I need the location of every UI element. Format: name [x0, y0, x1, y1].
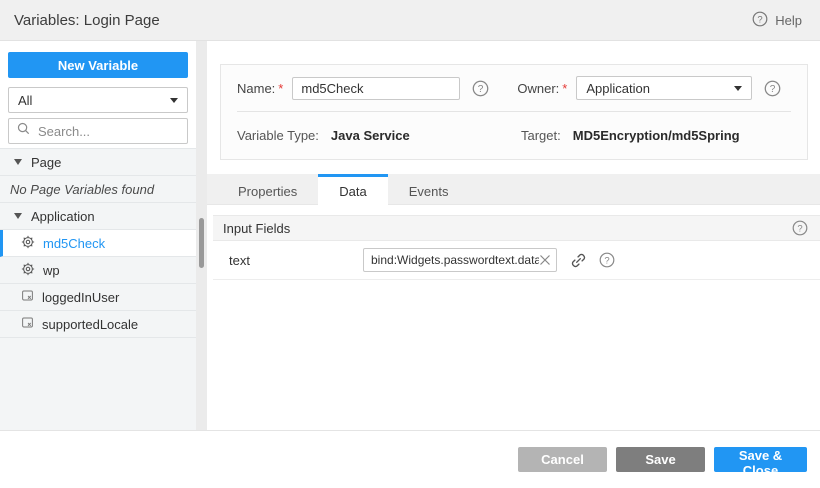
chevron-down-icon: [734, 86, 742, 91]
variables-tree: Page No Page Variables found Application…: [0, 148, 196, 430]
bind-link-icon[interactable]: [570, 252, 587, 269]
tree-group-page[interactable]: Page: [0, 149, 196, 176]
sidebar-scrollbar-thumb[interactable]: [199, 218, 204, 268]
variable-filter-value: All: [18, 93, 32, 108]
svg-text:?: ?: [770, 84, 776, 95]
bind-expression-input[interactable]: bind:Widgets.passwordtext.datavalue: [363, 248, 557, 272]
help-button[interactable]: ? Help: [752, 11, 802, 30]
clear-binding-icon[interactable]: [539, 254, 551, 266]
svg-text:?: ?: [758, 14, 763, 25]
tree-group-label: Application: [31, 209, 95, 224]
dialog-header: Variables: Login Page ? Help: [0, 0, 820, 41]
target-label: Target:: [521, 128, 561, 143]
owner-select-value: Application: [586, 81, 650, 96]
tree-item-md5check[interactable]: md5Check: [0, 230, 196, 257]
help-label: Help: [775, 13, 802, 28]
name-input[interactable]: [292, 77, 460, 100]
tree-item-wp[interactable]: wp: [0, 257, 196, 284]
input-field-row-text: text bind:Widgets.passwordtext.datavalue…: [213, 241, 820, 280]
save-and-close-button[interactable]: Save & Close: [714, 447, 807, 472]
save-button[interactable]: Save: [616, 447, 705, 472]
owner-label: Owner:: [517, 81, 559, 96]
page-empty-message: No Page Variables found: [0, 176, 196, 203]
search-icon: [17, 122, 30, 140]
variable-summary-card: Name:* ? Owner:* Application ? Variable …: [220, 64, 808, 160]
tree-group-application[interactable]: Application: [0, 203, 196, 230]
chevron-down-icon: [170, 98, 178, 103]
svg-text:?: ?: [797, 223, 802, 234]
tree-item-label: supportedLocale: [42, 317, 138, 332]
tree-item-label: wp: [43, 263, 60, 278]
new-variable-button[interactable]: New Variable: [8, 52, 188, 78]
tree-item-loggedinuser[interactable]: loggedInUser: [0, 284, 196, 311]
service-variable-icon: [21, 235, 35, 252]
name-help-icon[interactable]: ?: [472, 80, 489, 97]
input-fields-title: Input Fields: [223, 221, 290, 236]
variables-sidebar: New Variable All Page No Page Variables …: [0, 41, 196, 430]
input-fields-help-icon[interactable]: ?: [792, 220, 808, 236]
cancel-button[interactable]: Cancel: [518, 447, 607, 472]
tree-group-label: Page: [31, 155, 61, 170]
field-help-icon[interactable]: ?: [599, 252, 615, 268]
svg-text:?: ?: [478, 84, 484, 95]
collapse-arrow-icon: [14, 213, 22, 219]
static-variable-icon: [21, 289, 34, 305]
service-variable-icon: [21, 262, 35, 279]
search-field[interactable]: [8, 118, 188, 144]
name-label: Name:: [237, 81, 275, 96]
static-variable-icon: [21, 316, 34, 332]
bind-expression-value: bind:Widgets.passwordtext.datavalue: [364, 253, 539, 267]
svg-text:?: ?: [604, 255, 609, 266]
tree-item-label: loggedInUser: [42, 290, 119, 305]
variable-filter-select[interactable]: All: [8, 87, 188, 113]
tab-data[interactable]: Data: [318, 174, 387, 205]
owner-select[interactable]: Application: [576, 76, 752, 100]
variable-detail-panel: Name:* ? Owner:* Application ? Variable …: [207, 41, 820, 430]
dialog-footer: Cancel Save Save & Close: [0, 430, 820, 488]
tree-item-label: md5Check: [43, 236, 105, 251]
target-value: MD5Encryption/md5Spring: [573, 128, 740, 143]
field-label: text: [213, 253, 363, 268]
variable-type-label: Variable Type:: [237, 128, 319, 143]
tab-properties[interactable]: Properties: [217, 174, 318, 205]
tree-item-supportedlocale[interactable]: supportedLocale: [0, 311, 196, 338]
sidebar-scrollbar-track[interactable]: [196, 41, 207, 430]
required-asterisk: *: [278, 81, 283, 96]
owner-help-icon[interactable]: ?: [764, 80, 781, 97]
required-asterisk: *: [562, 81, 567, 96]
variable-type-value: Java Service: [331, 128, 410, 143]
tab-events[interactable]: Events: [388, 174, 470, 205]
search-input[interactable]: [36, 123, 179, 140]
detail-tabs: Properties Data Events: [207, 174, 820, 205]
collapse-arrow-icon: [14, 159, 22, 165]
help-question-icon: ?: [752, 11, 768, 30]
input-fields-section: Input Fields ? text bind:Widgets.passwor…: [213, 215, 820, 280]
page-title: Variables: Login Page: [14, 12, 160, 29]
